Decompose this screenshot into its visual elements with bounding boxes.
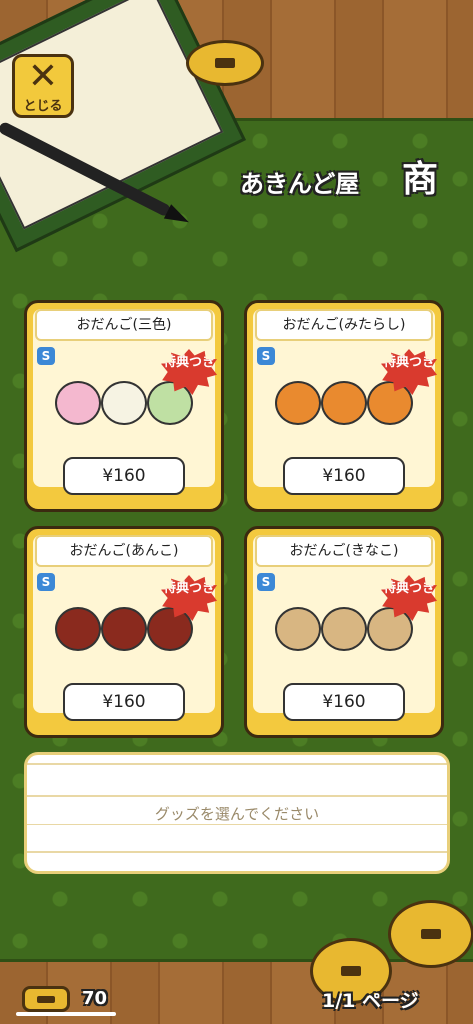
- product-card[interactable]: おだんご(三色) S 特典つき ¥160: [24, 300, 224, 512]
- product-name: おだんご(きなこ): [255, 535, 433, 567]
- close-button[interactable]: ✕ とじる: [12, 54, 74, 118]
- price-button[interactable]: ¥160: [63, 457, 185, 495]
- size-badge: S: [37, 347, 55, 365]
- dango-image: [275, 381, 415, 427]
- shop-logo-icon: 商: [402, 159, 439, 200]
- coin-underline: [16, 1012, 116, 1016]
- product-card[interactable]: おだんご(みたらし) S 特典つき ¥160: [244, 300, 444, 512]
- coin-icon: [186, 40, 264, 86]
- product-name: おだんご(三色): [35, 309, 213, 341]
- price-button[interactable]: ¥160: [63, 683, 185, 721]
- fish-coin-icon: [22, 986, 70, 1012]
- price-button[interactable]: ¥160: [283, 683, 405, 721]
- size-badge: S: [257, 573, 275, 591]
- price-button[interactable]: ¥160: [283, 457, 405, 495]
- dango-image: [55, 607, 195, 653]
- product-name: おだんご(あんこ): [35, 535, 213, 567]
- dango-image: [55, 381, 195, 427]
- product-card[interactable]: おだんご(きなこ) S 特典つき ¥160: [244, 526, 444, 738]
- dango-image: [275, 607, 415, 653]
- description-panel: グッズを選んでください: [24, 752, 450, 874]
- page-indicator: 1/1 ページ: [322, 990, 419, 1012]
- product-card[interactable]: おだんご(あんこ) S 特典つき ¥160: [24, 526, 224, 738]
- coin-icon: [388, 900, 473, 968]
- size-badge: S: [37, 573, 55, 591]
- close-button-label: とじる: [23, 99, 63, 114]
- shop-title: あきんど屋: [240, 170, 360, 198]
- description-text: グッズを選んでください: [27, 803, 447, 824]
- size-badge: S: [257, 347, 275, 365]
- close-icon: ✕: [27, 56, 59, 97]
- coin-count: 70: [82, 988, 108, 1009]
- product-name: おだんご(みたらし): [255, 309, 433, 341]
